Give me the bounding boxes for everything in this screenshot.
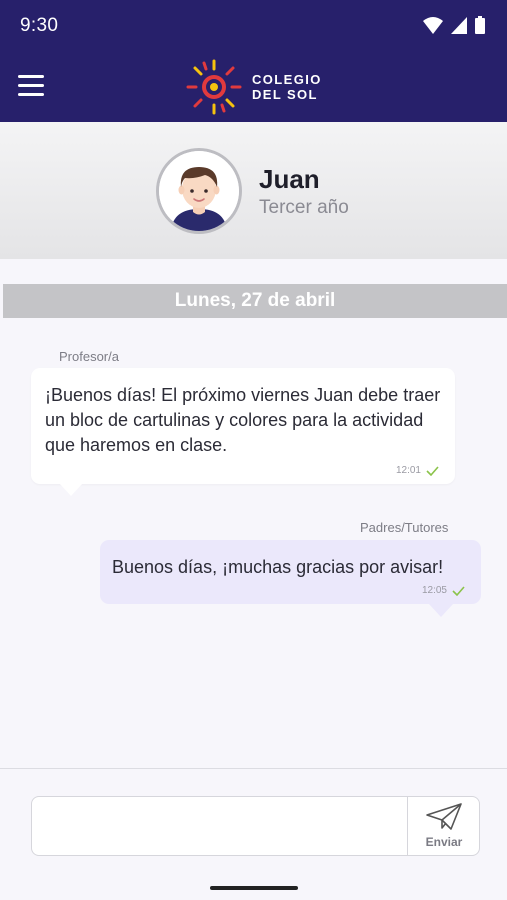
student-name: Juan	[259, 164, 320, 194]
send-button-label: Enviar	[425, 835, 463, 849]
home-indicator[interactable]	[210, 886, 298, 890]
check-icon	[452, 585, 465, 596]
school-logo: COLEGIO DEL SOL	[184, 52, 322, 122]
check-icon	[426, 465, 439, 476]
bubble-tail	[429, 604, 453, 617]
message-sender-label: Profesor/a	[59, 349, 119, 364]
logo-line2: DEL SOL	[252, 86, 318, 102]
wifi-icon	[423, 16, 443, 34]
menu-button[interactable]	[18, 70, 48, 100]
student-avatar[interactable]	[156, 148, 242, 234]
message-meta: 12:01	[396, 465, 439, 476]
student-profile-header: Juan Tercer año	[0, 122, 507, 259]
date-separator: Lunes, 27 de abril	[3, 284, 507, 318]
student-grade: Tercer año	[259, 197, 349, 218]
message-text: ¡Buenos días! El próximo viernes Juan de…	[45, 385, 441, 455]
message-sender-label: Padres/Tutores	[360, 520, 449, 535]
logo-text: COLEGIO DEL SOL	[252, 72, 322, 103]
paper-plane-icon	[426, 803, 462, 830]
sun-logo-icon	[186, 59, 242, 115]
status-bar: 9:30	[0, 0, 507, 52]
battery-icon	[475, 16, 485, 34]
menu-icon-line	[18, 92, 44, 96]
boy-avatar-icon	[159, 151, 239, 231]
signal-icon	[451, 16, 467, 34]
message-time: 12:01	[395, 465, 421, 476]
message-text: Buenos días, ¡muchas gracias por avisar!	[112, 557, 444, 577]
menu-icon-line	[18, 74, 44, 78]
send-button[interactable]: Enviar	[407, 797, 479, 855]
status-time: 9:30	[20, 15, 59, 36]
message-bubble-incoming[interactable]: ¡Buenos días! El próximo viernes Juan de…	[31, 368, 455, 496]
composer-divider	[0, 768, 507, 769]
message-composer: Enviar	[31, 796, 480, 856]
app-bar: COLEGIO DEL SOL	[0, 52, 507, 122]
message-input[interactable]	[32, 797, 409, 855]
message-meta: 12:05	[422, 585, 465, 596]
bubble-tail	[59, 483, 83, 496]
menu-icon-line	[18, 83, 44, 87]
message-time: 12:05	[421, 585, 447, 596]
status-icons	[423, 16, 485, 34]
message-bubble-outgoing[interactable]: Buenos días, ¡muchas gracias por avisar!…	[100, 540, 481, 617]
logo-line1: COLEGIO	[252, 71, 322, 87]
